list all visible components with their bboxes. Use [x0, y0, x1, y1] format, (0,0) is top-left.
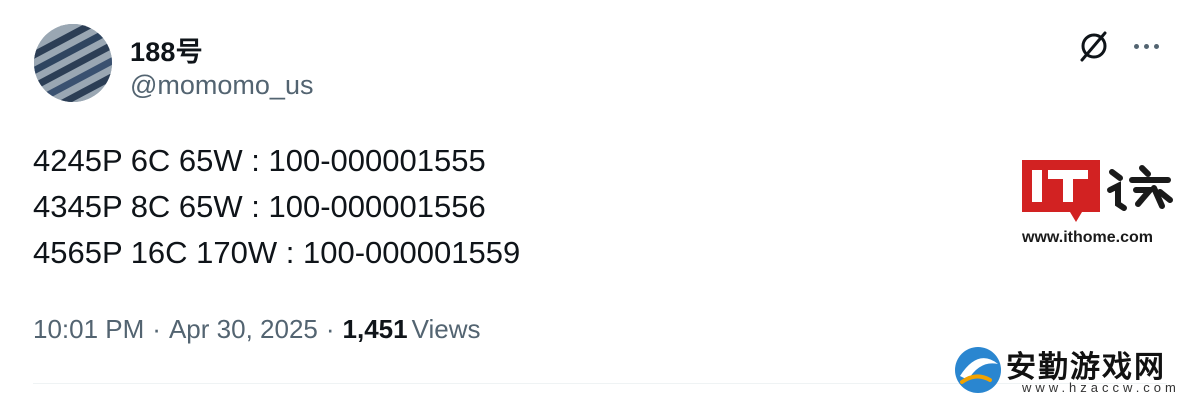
views-count: 1,451	[342, 314, 408, 344]
ellipsis-icon	[1153, 43, 1159, 49]
meta-separator: ·	[152, 314, 161, 344]
avatar[interactable]	[34, 24, 112, 102]
user-handle[interactable]: @momomo_us	[130, 70, 313, 101]
ithome-logo	[1022, 160, 1173, 222]
tweet-line: 4245P 6C 65W : 100-000001555	[33, 143, 486, 178]
more-options-button[interactable]	[1126, 26, 1166, 66]
tweet-time[interactable]: 10:01 PM	[33, 314, 144, 344]
tweet-meta: 10:01 PM · Apr 30, 2025 · 1,451 Views	[33, 314, 481, 345]
meta-separator: ·	[325, 314, 335, 344]
views-label: Views	[411, 314, 481, 344]
ithome-watermark: www.ithome.com	[1020, 156, 1190, 256]
tweet-line: 4565P 16C 170W : 100-000001559	[33, 235, 521, 270]
tweet-date[interactable]: Apr 30, 2025	[169, 314, 318, 344]
hzaccw-logo-icon	[955, 347, 1001, 393]
avatar-image	[34, 24, 112, 102]
ellipsis-icon	[1143, 43, 1149, 49]
tweet-line: 4345P 8C 65W : 100-000001556	[33, 189, 486, 224]
display-name[interactable]: 188号	[130, 30, 203, 69]
ellipsis-icon	[1133, 43, 1139, 49]
ithome-site: www.ithome.com	[1022, 229, 1153, 246]
hzaccw-watermark: 安勤游戏网 www.hzaccw.com	[950, 340, 1200, 400]
tweet-text: 4245P 6C 65W : 100-000001555 4345P 8C 65…	[33, 138, 520, 276]
grok-slashed-circle-icon	[1080, 31, 1107, 62]
hzaccw-url: www.hzaccw.com	[1022, 380, 1180, 395]
grok-button[interactable]	[1074, 26, 1114, 66]
